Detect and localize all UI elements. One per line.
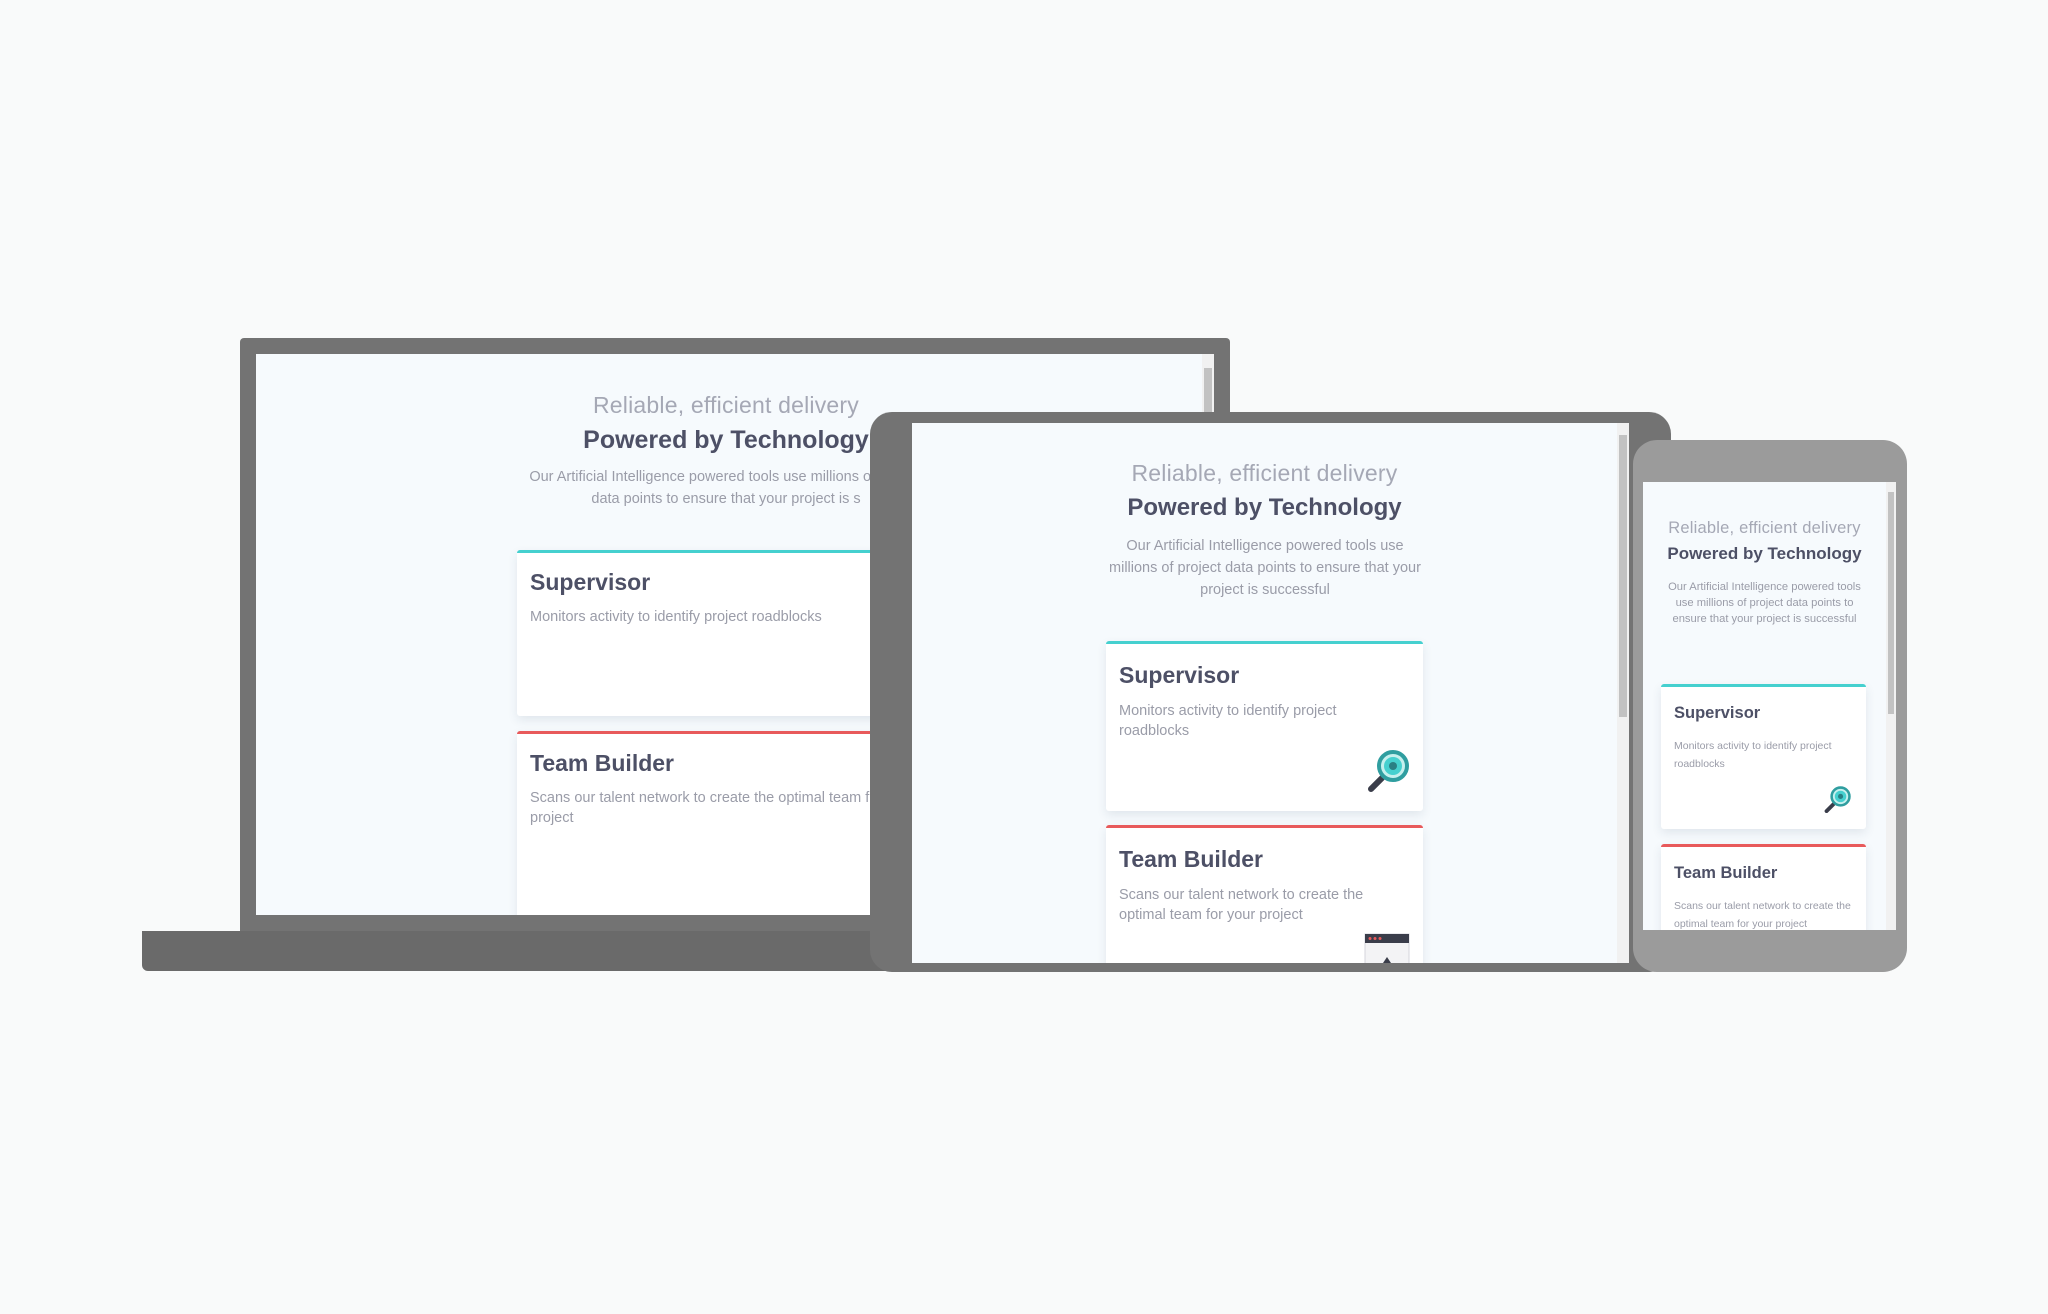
phone-description: Our Artificial Intelligence powered tool…: [1668, 581, 1861, 626]
laptop-description-text: Our Artificial Intelligence powered tool…: [529, 469, 923, 507]
phone-device: Reliable, efficient delivery Powered by …: [1633, 440, 1907, 972]
tablet-device: Reliable, efficient delivery Powered by …: [870, 412, 1671, 972]
tablet-card-team-builder-title: Team Builder: [1119, 846, 1263, 872]
phone-card-supervisor-text: Monitors activity to identify project ro…: [1674, 740, 1832, 771]
phone-page: Reliable, efficient delivery Powered by …: [1643, 482, 1886, 930]
phone-card-team-builder-title: Team Builder: [1674, 864, 1778, 882]
phone-card-supervisor[interactable]: Supervisor Monitors activity to identify…: [1661, 684, 1866, 829]
laptop-card-team-builder-title: Team Builder: [530, 750, 674, 776]
tablet-screen: Reliable, efficient delivery Powered by …: [912, 423, 1629, 963]
phone-eyebrow: Reliable, efficient delivery: [1668, 519, 1861, 537]
phone-scrollbar[interactable]: [1886, 482, 1896, 930]
tablet-page: Reliable, efficient delivery Powered by …: [912, 423, 1617, 963]
magnifier-icon: [1368, 750, 1409, 792]
tablet-card-supervisor[interactable]: Supervisor Monitors activity to identify…: [1106, 641, 1423, 811]
tablet-card-supervisor-title: Supervisor: [1119, 662, 1240, 688]
browser-window-icon: [1364, 933, 1410, 963]
tablet-card-supervisor-text: Monitors activity to identify project ro…: [1119, 703, 1337, 739]
tablet-description: Our Artificial Intelligence powered tool…: [1109, 538, 1421, 598]
phone-card-supervisor-title: Supervisor: [1674, 704, 1761, 722]
magnifier-icon: [1824, 786, 1851, 813]
phone-scrollbar-thumb[interactable]: [1888, 492, 1894, 714]
phone-screen: Reliable, efficient delivery Powered by …: [1643, 482, 1896, 930]
tablet-card-team-builder-text: Scans our talent network to create the o…: [1119, 887, 1364, 923]
tablet-card-team-builder[interactable]: Team Builder Scans our talent network to…: [1106, 825, 1423, 963]
phone-heading: Powered by Technology: [1667, 544, 1862, 563]
tablet-eyebrow: Reliable, efficient delivery: [1131, 460, 1398, 486]
tablet-scrollbar-thumb[interactable]: [1619, 435, 1627, 717]
laptop-scrollbar-thumb[interactable]: [1204, 368, 1212, 412]
laptop-card-supervisor-title: Supervisor: [530, 569, 651, 595]
phone-card-team-builder[interactable]: Team Builder Scans our talent network to…: [1661, 844, 1866, 930]
tablet-scrollbar[interactable]: [1617, 423, 1629, 963]
phone-card-team-builder-text: Scans our talent network to create the o…: [1674, 900, 1851, 930]
tablet-heading: Powered by Technology: [1127, 494, 1402, 521]
